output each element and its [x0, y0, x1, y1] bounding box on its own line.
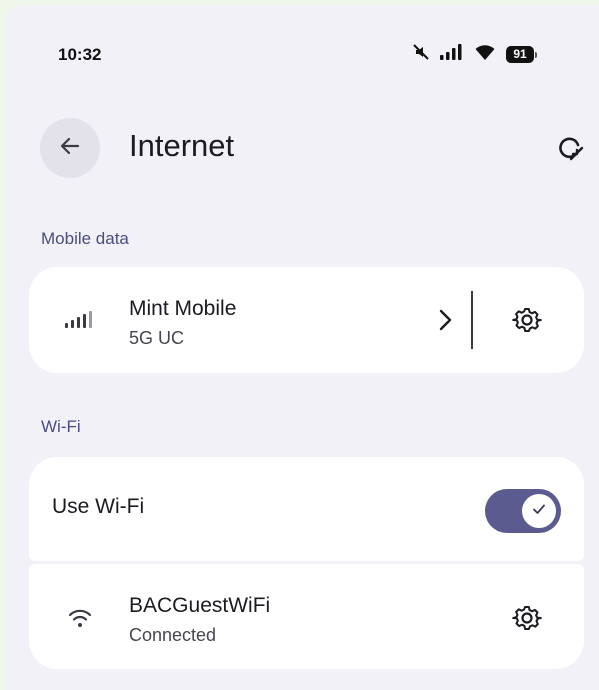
wifi-toggle[interactable]: [485, 489, 561, 533]
wifi-icon: [65, 604, 95, 634]
carrier-name: Mint Mobile: [129, 297, 237, 320]
wifi-status: Connected: [129, 625, 217, 645]
toggle-knob: [522, 494, 556, 528]
wifi-network-row[interactable]: BACGuestWiFi Connected: [29, 564, 584, 669]
internet-settings-screen: 10:32 91 Internet Mobile data Mint Mobil…: [5, 5, 599, 690]
mobile-data-card[interactable]: Mint Mobile 5G UC: [29, 267, 584, 373]
arrow-left-icon: [58, 134, 82, 163]
battery-level: 91: [506, 46, 534, 63]
signal-bars-icon: [65, 305, 95, 335]
top-app-bar: Internet: [5, 110, 599, 182]
battery-icon: 91: [506, 46, 537, 63]
wifi-ssid: BACGuestWiFi: [129, 594, 271, 617]
battery-tip: [535, 51, 537, 58]
signal-icon: [440, 44, 464, 65]
section-label-mobile-data: Mobile data: [41, 229, 129, 248]
divider: [471, 291, 473, 349]
refresh-button[interactable]: [553, 132, 587, 166]
refresh-icon: [555, 132, 585, 167]
gear-icon[interactable]: [511, 304, 543, 336]
status-time: 10:32: [58, 45, 102, 64]
check-icon: [531, 501, 547, 522]
use-wifi-label: Use Wi-Fi: [52, 495, 145, 518]
status-icons: 91: [412, 43, 537, 66]
status-bar: 10:32 91: [5, 5, 599, 85]
chevron-right-icon[interactable]: [436, 305, 456, 335]
wifi-icon: [474, 44, 496, 66]
page-title: Internet: [129, 128, 235, 163]
network-type: 5G UC: [129, 328, 185, 348]
gear-icon[interactable]: [511, 602, 543, 634]
section-label-wifi: Wi-Fi: [41, 417, 81, 436]
mute-icon: [412, 43, 430, 66]
back-button[interactable]: [40, 118, 100, 178]
use-wifi-row[interactable]: Use Wi-Fi: [29, 457, 584, 561]
